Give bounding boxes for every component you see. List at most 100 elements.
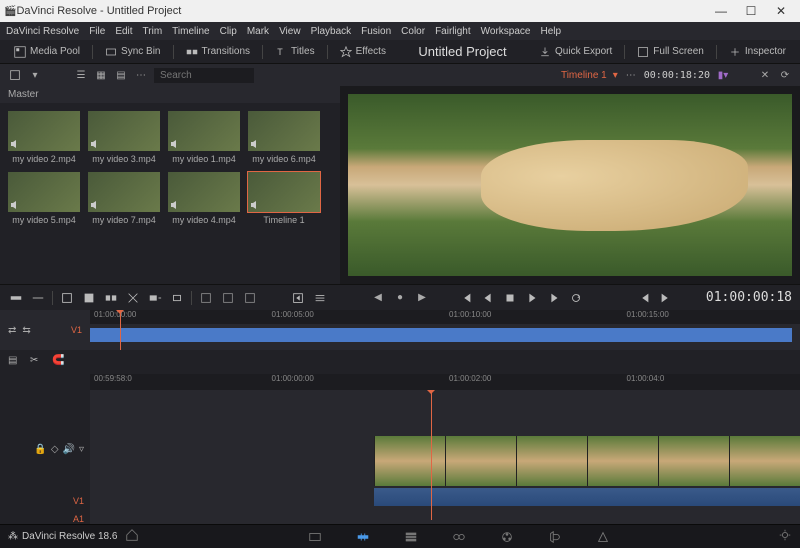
- next-frame-button[interactable]: [546, 290, 562, 306]
- search-input[interactable]: [154, 68, 254, 83]
- mark-icon[interactable]: ●: [392, 290, 408, 306]
- timeline-playhead[interactable]: [431, 390, 432, 520]
- clip-item[interactable]: my video 5.mp4: [8, 172, 80, 225]
- mark-out-icon[interactable]: ▶: [414, 290, 430, 306]
- video-clip-segment[interactable]: [445, 436, 516, 486]
- chevron-down-icon[interactable]: ▾: [28, 68, 42, 82]
- menu-trim[interactable]: Trim: [143, 26, 163, 37]
- clip-item[interactable]: my video 4.mp4: [168, 172, 240, 225]
- quick-export-button[interactable]: Quick Export: [533, 44, 618, 60]
- ripple-icon[interactable]: [169, 290, 185, 306]
- video-clip-segment[interactable]: [516, 436, 587, 486]
- track-v1-label[interactable]: V1: [71, 325, 82, 335]
- viewer-panel[interactable]: [340, 86, 800, 284]
- titles-button[interactable]: TTitles: [269, 44, 321, 60]
- timeline-ruler[interactable]: 00:59:58:001:00:00:0001:00:02:0001:00:04…: [90, 374, 800, 390]
- video-clip-segment[interactable]: [587, 436, 658, 486]
- mode-icon-2[interactable]: [220, 290, 236, 306]
- maximize-button[interactable]: ☐: [736, 4, 766, 18]
- minimize-button[interactable]: —: [706, 4, 736, 18]
- clip-item[interactable]: my video 2.mp4: [8, 111, 80, 164]
- fusion-page-button[interactable]: [450, 528, 468, 546]
- clip-item[interactable]: my video 1.mp4: [168, 111, 240, 164]
- menu-workspace[interactable]: Workspace: [481, 26, 531, 37]
- video-clip-segment[interactable]: [729, 436, 800, 486]
- menu-mark[interactable]: Mark: [247, 26, 269, 37]
- lock-icon[interactable]: 🔒: [34, 444, 46, 455]
- track-v1-label-2[interactable]: V1: [73, 496, 84, 506]
- match-frame-icon[interactable]: [290, 290, 306, 306]
- cut-page-button[interactable]: [354, 528, 372, 546]
- clip-item[interactable]: Timeline 1: [248, 172, 320, 225]
- project-settings-button[interactable]: [778, 528, 792, 545]
- grid-view-icon[interactable]: ▤: [114, 68, 128, 82]
- sync-bin-button[interactable]: Sync Bin: [99, 44, 166, 60]
- inspector-button[interactable]: Inspector: [723, 44, 792, 60]
- loop-icon[interactable]: ⟳: [778, 68, 792, 82]
- home-button[interactable]: [125, 528, 139, 545]
- replace-icon[interactable]: [103, 290, 119, 306]
- append-icon[interactable]: [147, 290, 163, 306]
- menu-help[interactable]: Help: [540, 26, 561, 37]
- view-icon[interactable]: ▿: [79, 444, 84, 455]
- transport-timecode[interactable]: 01:00:00:18: [706, 290, 792, 305]
- master-bin-label[interactable]: Master: [0, 86, 340, 103]
- mini-playhead[interactable]: [120, 310, 121, 350]
- timeline-view-icon[interactable]: ▤: [8, 355, 22, 369]
- settings-icon[interactable]: [312, 290, 328, 306]
- cut-icon[interactable]: ✂: [30, 355, 44, 369]
- stop-button[interactable]: [502, 290, 518, 306]
- tool-icon[interactable]: [8, 290, 24, 306]
- fairlight-page-button[interactable]: [546, 528, 564, 546]
- transitions-button[interactable]: Transitions: [180, 44, 257, 60]
- prev-frame-button[interactable]: [480, 290, 496, 306]
- mode-icon-3[interactable]: [242, 290, 258, 306]
- tool-icon-2[interactable]: [30, 290, 46, 306]
- deliver-page-button[interactable]: [594, 528, 612, 546]
- media-pool-button[interactable]: Media Pool: [8, 44, 86, 60]
- close-button[interactable]: ✕: [766, 4, 796, 18]
- mini-tl-icon-1[interactable]: ⇄: [8, 325, 16, 336]
- menu-view[interactable]: View: [279, 26, 301, 37]
- track-header-v1[interactable]: 🔒 ◇ 🔊 ▿: [0, 424, 90, 474]
- snap-icon[interactable]: 🧲: [52, 355, 66, 369]
- timeline-name[interactable]: Timeline 1: [561, 70, 607, 81]
- edit-page-button[interactable]: [402, 528, 420, 546]
- mode-icon-1[interactable]: [198, 290, 214, 306]
- menu-playback[interactable]: Playback: [311, 26, 352, 37]
- marker-icon[interactable]: ▮▾: [716, 68, 730, 82]
- effects-button[interactable]: Effects: [334, 44, 392, 60]
- menu-davinci-resolve[interactable]: DaVinci Resolve: [6, 26, 79, 37]
- mini-tl-icon-2[interactable]: ⇆: [22, 325, 30, 336]
- color-page-button[interactable]: [498, 528, 516, 546]
- mini-timeline-ruler[interactable]: 01:00:00:0001:00:05:0001:00:10:0001:00:1…: [90, 310, 800, 324]
- menu-clip[interactable]: Clip: [220, 26, 237, 37]
- fit-icon[interactable]: [125, 290, 141, 306]
- clip-item[interactable]: my video 7.mp4: [88, 172, 160, 225]
- options-icon[interactable]: ⋯: [624, 68, 638, 82]
- menu-fairlight[interactable]: Fairlight: [435, 26, 471, 37]
- overwrite-icon[interactable]: [81, 290, 97, 306]
- audio-icon[interactable]: 🔊: [63, 444, 75, 455]
- view-options-icon[interactable]: ⋯: [134, 68, 148, 82]
- next-edit-button[interactable]: [658, 290, 674, 306]
- menu-timeline[interactable]: Timeline: [172, 26, 209, 37]
- timeline-tracks-area[interactable]: 00:59:58:001:00:00:0001:00:02:0001:00:04…: [90, 374, 800, 524]
- menu-color[interactable]: Color: [401, 26, 425, 37]
- bypass-icon[interactable]: ✕: [758, 68, 772, 82]
- thumbnail-view-icon[interactable]: ▦: [94, 68, 108, 82]
- audio-clip-row[interactable]: [374, 488, 800, 506]
- clip-item[interactable]: my video 3.mp4: [88, 111, 160, 164]
- clip-item[interactable]: my video 6.mp4: [248, 111, 320, 164]
- first-frame-button[interactable]: [458, 290, 474, 306]
- video-clip-row[interactable]: [374, 436, 800, 486]
- video-clip-segment[interactable]: [658, 436, 729, 486]
- mini-timeline-track[interactable]: 01:00:00:0001:00:05:0001:00:10:0001:00:1…: [90, 310, 800, 350]
- play-button[interactable]: [524, 290, 540, 306]
- menu-edit[interactable]: Edit: [115, 26, 132, 37]
- loop-button[interactable]: [568, 290, 584, 306]
- media-page-button[interactable]: [306, 528, 324, 546]
- mark-in-icon[interactable]: ◀: [370, 290, 386, 306]
- mute-icon[interactable]: ◇: [51, 444, 59, 455]
- import-icon[interactable]: [8, 68, 22, 82]
